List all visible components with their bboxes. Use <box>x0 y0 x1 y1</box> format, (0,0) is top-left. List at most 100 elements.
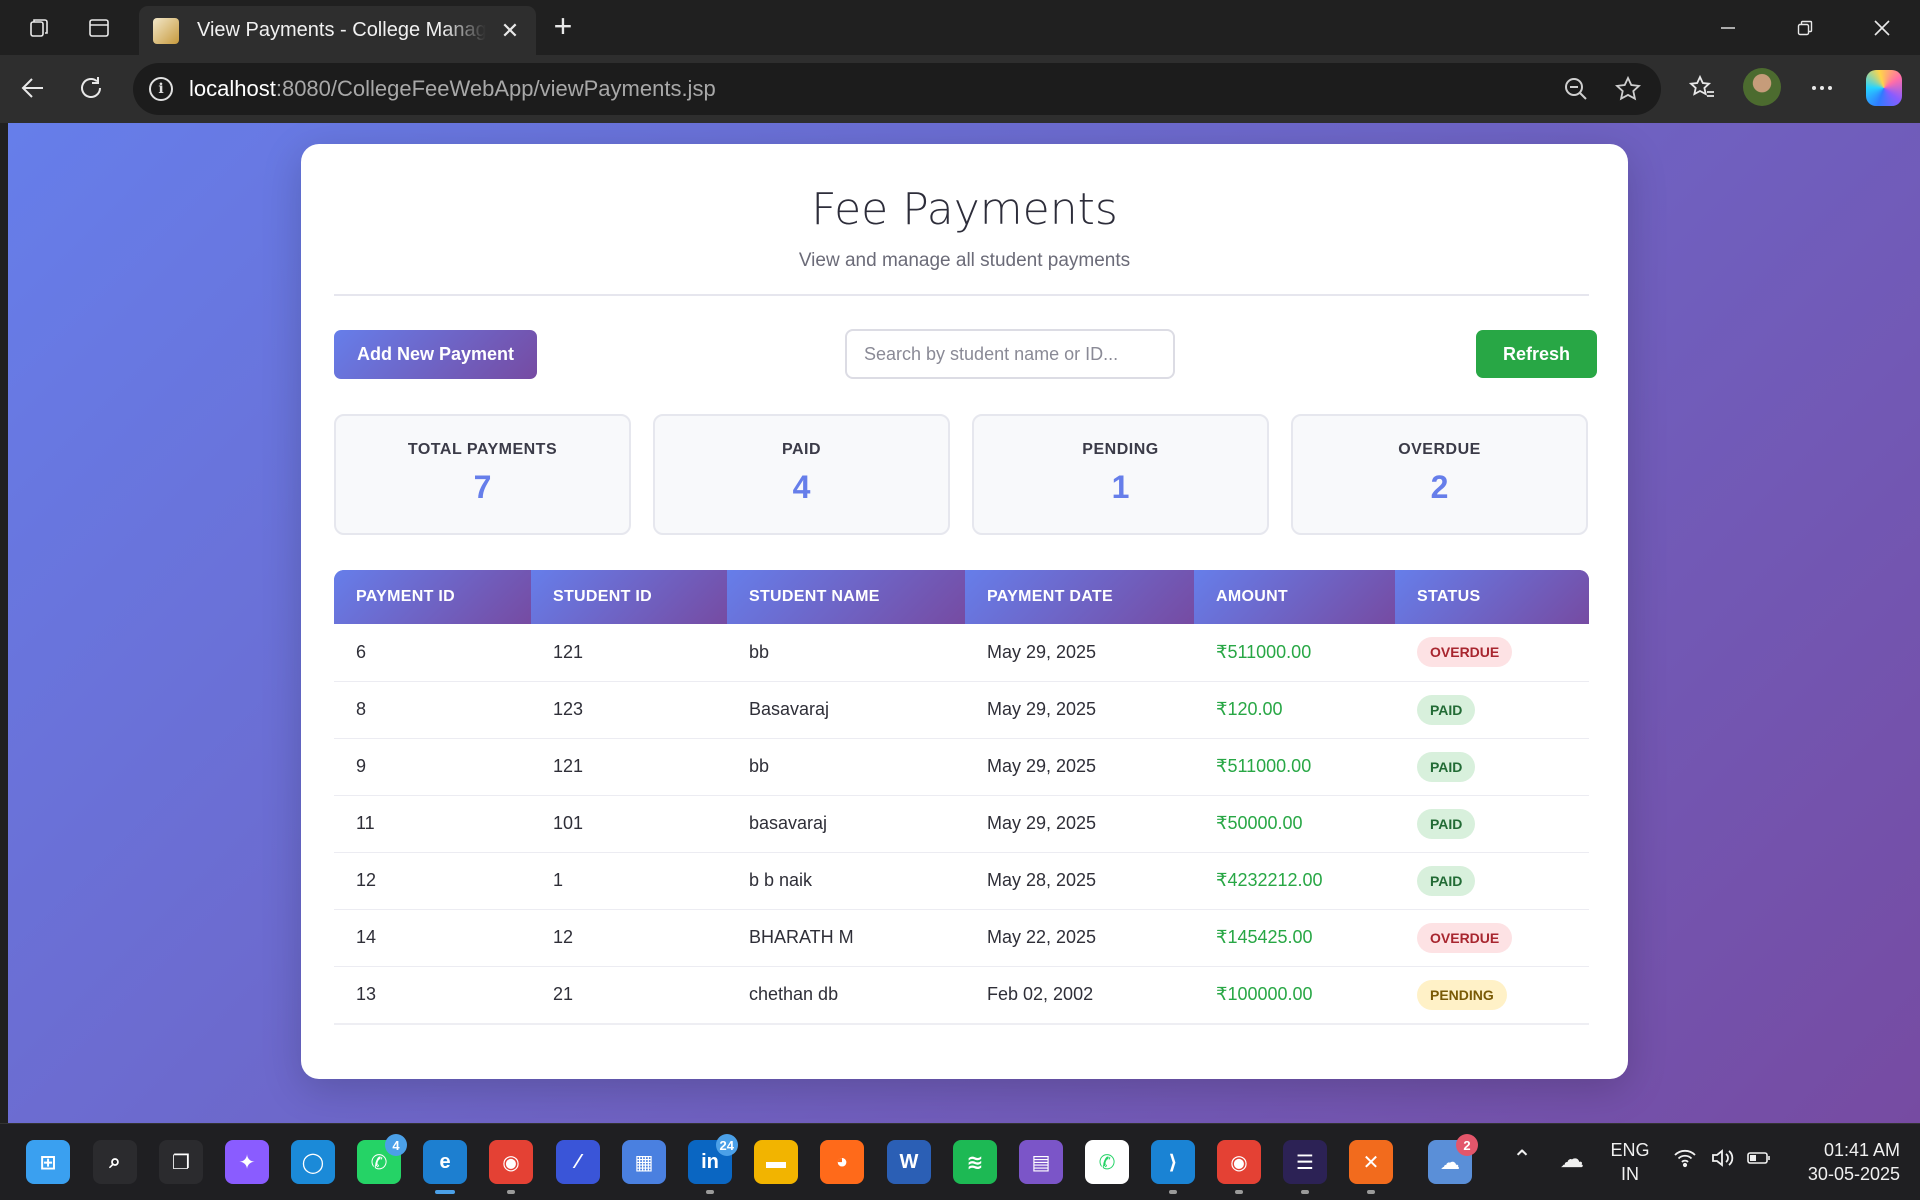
zoom-out-icon[interactable] <box>1561 76 1591 109</box>
spotify-glyph: ≋ <box>966 1151 984 1174</box>
table-row[interactable]: 9 121 bb May 29, 2025 ₹511000.00 PAID <box>334 738 1589 796</box>
search-input[interactable] <box>845 329 1175 379</box>
search-icon[interactable]: ⌕ <box>93 1140 137 1184</box>
column-header-student-id[interactable]: STUDENT ID <box>531 570 727 624</box>
table-row[interactable]: 8 123 Basavaraj May 29, 2025 ₹120.00 PAI… <box>334 681 1589 739</box>
whatsapp-icon[interactable]: ✆ 4 <box>357 1134 407 1184</box>
stat-label: PAID <box>781 441 822 458</box>
word-icon[interactable]: W <box>887 1140 931 1184</box>
amount-cell: ₹100000.00 <box>1194 966 1395 1023</box>
payments-table-container: PAYMENT ID STUDENT ID STUDENT NAME PAYME… <box>334 570 1589 1025</box>
stat-value: 4 <box>792 469 811 505</box>
restore-icon[interactable] <box>1775 8 1835 48</box>
column-header-student-name[interactable]: STUDENT NAME <box>727 570 965 624</box>
show-hidden-icons-icon[interactable]: ⌃ <box>1512 1148 1532 1172</box>
copilot-icon[interactable] <box>1866 70 1902 106</box>
payment-id-cell: 12 <box>334 852 531 910</box>
task-view-icon[interactable]: ❐ <box>159 1140 203 1184</box>
column-header-payment-id[interactable]: PAYMENT ID <box>334 570 531 624</box>
firefox-icon[interactable]: ◕ <box>820 1140 864 1184</box>
linkedin-glyph: in <box>701 1150 719 1173</box>
dev-tool-icon[interactable]: ⁄ <box>556 1140 600 1184</box>
student-id-cell: 123 <box>531 681 727 739</box>
weather-glyph: ☁ <box>1440 1151 1460 1174</box>
tab-close-icon[interactable]: ✕ <box>498 18 522 44</box>
task-view-glyph: ❐ <box>172 1151 190 1174</box>
vscode-icon[interactable]: ⟩ <box>1151 1140 1195 1194</box>
whatsapp-desktop-icon[interactable]: ✆ <box>1085 1140 1129 1184</box>
favorites-icon[interactable] <box>1682 68 1722 108</box>
status-badge: PAID <box>1417 808 1476 839</box>
table-row[interactable]: 12 1 b b naik May 28, 2025 ₹4232212.00 P… <box>334 852 1589 910</box>
payment-id-cell: 6 <box>334 624 531 682</box>
column-header-payment-date[interactable]: PAYMENT DATE <box>965 570 1194 624</box>
clapper-icon[interactable]: ▤ <box>1019 1140 1063 1184</box>
file-explorer-icon[interactable]: ▬ <box>754 1140 798 1184</box>
onedrive-icon[interactable]: ☁ <box>1560 1148 1584 1172</box>
close-window-icon[interactable] <box>1852 8 1912 48</box>
payment-id-cell: 14 <box>334 909 531 967</box>
copilot-icon[interactable]: ✦ <box>225 1140 269 1184</box>
table-row[interactable]: 6 121 bb May 29, 2025 ₹511000.00 OVERDUE <box>334 624 1589 682</box>
table-row[interactable]: 14 12 BHARATH M May 22, 2025 ₹145425.00 … <box>334 909 1589 967</box>
cortana-icon[interactable]: ◯ <box>291 1140 335 1184</box>
more-menu-icon[interactable] <box>1802 68 1842 108</box>
battery-icon[interactable] <box>1746 1148 1772 1174</box>
browser-tab-bar: View Payments - College Management ✕ + <box>0 0 1920 55</box>
student-id-cell: 21 <box>531 966 727 1023</box>
stat-paid: PAID 4 <box>653 414 950 535</box>
chrome-icon[interactable]: ◉ <box>489 1140 533 1194</box>
store-icon[interactable]: ▦ <box>622 1140 666 1184</box>
profile-avatar[interactable] <box>1743 68 1781 106</box>
copilot-glyph: ✦ <box>238 1151 256 1174</box>
spotify-icon[interactable]: ≋ <box>953 1140 997 1184</box>
word-glyph: W <box>899 1150 919 1173</box>
new-tab-button[interactable]: + <box>548 8 578 45</box>
favorite-star-icon[interactable] <box>1613 75 1643 109</box>
page-title: Fee Payments <box>811 184 1118 235</box>
status-badge: OVERDUE <box>1417 922 1513 953</box>
xampp-icon[interactable]: ✕ <box>1349 1140 1393 1194</box>
table-row[interactable]: 11 101 basavaraj May 29, 2025 ₹50000.00 … <box>334 795 1589 853</box>
back-icon[interactable] <box>13 68 53 108</box>
running-indicator <box>1169 1190 1177 1194</box>
payment-id-cell: 9 <box>334 738 531 796</box>
clock[interactable]: 01:41 AM 30-05-2025 <box>1790 1138 1900 1186</box>
minimize-icon[interactable] <box>1698 8 1758 48</box>
language-indicator[interactable]: ENG IN <box>1610 1138 1650 1186</box>
status-badge: OVERDUE <box>1417 637 1513 668</box>
workspaces-icon[interactable] <box>21 10 57 46</box>
search-glyph: ⌕ <box>109 1150 121 1173</box>
linkedin-icon[interactable]: in 24 <box>688 1134 738 1194</box>
student-name-cell: bb <box>727 624 965 682</box>
notification-badge: 4 <box>385 1134 407 1156</box>
refresh-button[interactable]: Refresh <box>1476 330 1597 378</box>
start-icon[interactable]: ⊞ <box>26 1140 70 1184</box>
chrome-profile-icon[interactable]: ◉ <box>1217 1140 1261 1194</box>
edge-glyph: e <box>439 1150 451 1173</box>
column-header-status[interactable]: STATUS <box>1395 570 1589 624</box>
region-code: IN <box>1621 1164 1639 1184</box>
payment-date-cell: May 29, 2025 <box>965 681 1194 739</box>
whatsapp-glyph: ✆ <box>370 1151 388 1174</box>
table-row[interactable]: 13 21 chethan db Feb 02, 2002 ₹100000.00… <box>334 966 1589 1023</box>
volume-icon[interactable] <box>1710 1148 1734 1174</box>
active-tab[interactable]: View Payments - College Management ✕ <box>139 6 536 55</box>
student-name-cell: chethan db <box>727 966 965 1023</box>
vertical-tabs-icon[interactable] <box>81 10 117 46</box>
site-info-icon[interactable]: i <box>149 77 173 101</box>
payment-id-cell: 13 <box>334 966 531 1023</box>
add-new-payment-button[interactable]: Add New Payment <box>334 330 537 379</box>
edge-icon[interactable]: e <box>423 1140 467 1194</box>
eclipse-icon[interactable]: ☰ <box>1283 1140 1327 1194</box>
address-bar[interactable]: i localhost:8080/CollegeFeeWebApp/viewPa… <box>133 63 1661 115</box>
reload-icon[interactable] <box>71 68 111 108</box>
wifi-icon[interactable] <box>1673 1148 1697 1174</box>
status-cell: PAID <box>1395 795 1589 853</box>
status-badge: PAID <box>1417 865 1476 896</box>
column-header-amount[interactable]: AMOUNT <box>1194 570 1395 624</box>
payment-id-cell: 8 <box>334 681 531 739</box>
weather-icon[interactable]: ☁ 2 <box>1428 1134 1478 1184</box>
clock-date: 30-05-2025 <box>1807 1164 1900 1184</box>
status-badge: PENDING <box>1417 979 1507 1010</box>
